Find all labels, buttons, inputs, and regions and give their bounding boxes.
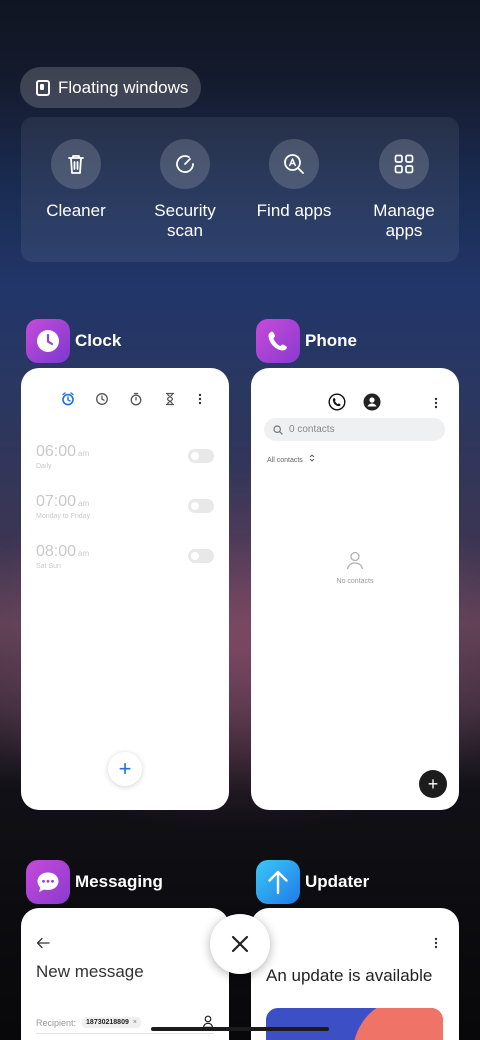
alarm-toggle[interactable]	[188, 499, 214, 513]
empty-state: No contacts	[251, 550, 459, 585]
security-scan-icon	[160, 139, 210, 189]
recipient-chip[interactable]: 18730218809 ×	[82, 1017, 141, 1028]
close-all-button[interactable]	[210, 914, 270, 974]
phone-app-card[interactable]: 0 contacts All contacts No contacts +	[251, 368, 459, 810]
alarm-row[interactable]: 07:00 am Monday to Friday	[36, 493, 214, 533]
cleaner-button[interactable]: Cleaner	[21, 139, 131, 221]
find-apps-label: Find apps	[256, 201, 332, 220]
manage-apps-label: Manage apps	[373, 201, 435, 240]
quick-tools-panel: Cleaner Security scan Find apps Manage a…	[21, 117, 459, 262]
contacts-search-placeholder: 0 contacts	[289, 424, 335, 435]
clock-app-card[interactable]: 06:00 am Daily 07:00 am Monday to Friday 0…	[21, 368, 229, 810]
timer-tab-icon[interactable]	[163, 392, 177, 411]
floating-windows-label: Floating windows	[58, 77, 189, 97]
messaging-app-icon	[26, 860, 70, 904]
trash-icon	[51, 139, 101, 189]
recipient-label: Recipient:	[36, 1017, 77, 1028]
close-icon	[231, 935, 249, 953]
home-indicator[interactable]	[151, 1027, 329, 1031]
clock-tabs	[61, 392, 203, 411]
empty-state-text: No contacts	[336, 578, 374, 585]
contacts-filter-dropdown[interactable]: All contacts	[267, 454, 315, 464]
alarm-ampm: am	[78, 449, 90, 458]
back-arrow-icon[interactable]	[36, 936, 50, 954]
alarm-time: 06:00	[36, 443, 77, 460]
clock-app-header[interactable]: Clock	[26, 319, 121, 363]
alarm-time: 07:00	[36, 493, 77, 510]
updater-app-card[interactable]: An update is available	[251, 908, 459, 1040]
alarm-repeat: Monday to Friday	[36, 513, 91, 520]
clock-app-icon	[26, 319, 70, 363]
person-icon	[346, 551, 364, 570]
contacts-tab-icon[interactable]	[363, 393, 381, 416]
phone-app-header[interactable]: Phone	[256, 319, 357, 363]
updater-app-icon	[256, 860, 300, 904]
alarm-toggle[interactable]	[188, 549, 214, 563]
phone-more-icon[interactable]	[433, 396, 439, 415]
messaging-app-header[interactable]: Messaging	[26, 860, 163, 904]
update-banner-image	[266, 1008, 443, 1040]
clock-more-icon[interactable]	[197, 392, 203, 411]
new-message-title: New message	[36, 962, 144, 981]
stopwatch-tab-icon[interactable]	[129, 392, 143, 411]
alarm-row[interactable]: 06:00 am Daily	[36, 443, 214, 483]
world-clock-tab-icon[interactable]	[95, 392, 109, 411]
updater-app-header[interactable]: Updater	[256, 860, 369, 904]
security-scan-label: Security scan	[154, 201, 216, 240]
contacts-search-input[interactable]: 0 contacts	[264, 418, 445, 441]
updater-app-name: Updater	[305, 872, 370, 891]
chip-remove-icon[interactable]: ×	[133, 1019, 137, 1026]
clock-app-name: Clock	[75, 331, 122, 350]
messaging-app-name: Messaging	[75, 872, 163, 891]
find-apps-icon	[269, 139, 319, 189]
security-scan-button[interactable]: Security scan	[130, 139, 240, 241]
alarm-tab-icon[interactable]	[61, 392, 75, 411]
find-apps-button[interactable]: Find apps	[239, 139, 349, 221]
grid-icon	[379, 139, 429, 189]
alarm-ampm: am	[78, 549, 90, 558]
sort-arrows-icon	[309, 454, 315, 464]
updater-more-icon[interactable]	[433, 936, 439, 955]
messaging-app-card[interactable]: New message Recipient: 18730218809 ×	[21, 908, 229, 1040]
floating-window-icon	[36, 79, 50, 96]
phone-app-name: Phone	[305, 331, 357, 350]
alarm-ampm: am	[78, 499, 90, 508]
phone-app-icon	[256, 319, 300, 363]
call-log-tab-icon[interactable]	[328, 393, 346, 416]
search-icon	[273, 424, 283, 435]
recipient-number: 18730218809	[86, 1019, 129, 1026]
alarm-time: 08:00	[36, 543, 77, 560]
update-available-title: An update is available	[266, 966, 433, 985]
alarm-row[interactable]: 08:00 am Sat Sun	[36, 543, 214, 583]
cleaner-label: Cleaner	[46, 201, 106, 220]
alarm-toggle[interactable]	[188, 449, 214, 463]
alarm-repeat: Daily	[36, 463, 52, 470]
contacts-filter-label: All contacts	[267, 457, 303, 464]
floating-windows-button[interactable]: Floating windows	[20, 67, 201, 108]
dialpad-button[interactable]: +	[419, 770, 447, 798]
alarm-repeat: Sat Sun	[36, 563, 61, 570]
manage-apps-button[interactable]: Manage apps	[349, 139, 459, 241]
add-alarm-button[interactable]: +	[108, 752, 142, 786]
